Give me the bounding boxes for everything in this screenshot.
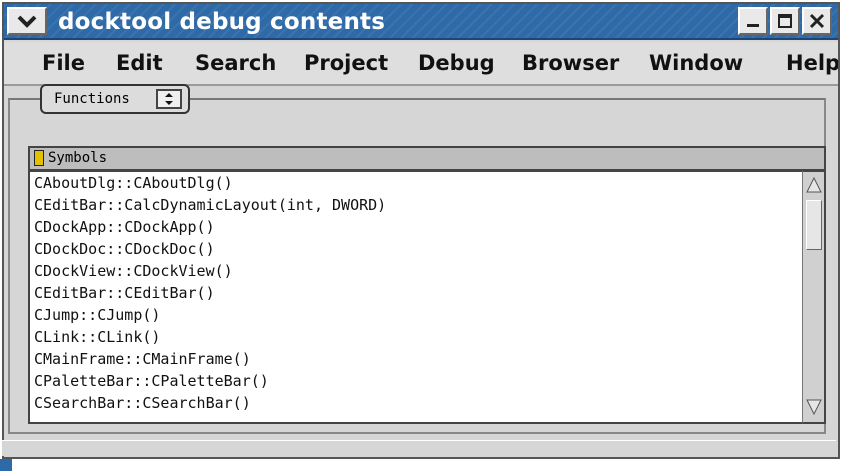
scroll-thumb[interactable] xyxy=(806,200,822,250)
scroll-up-arrow-icon[interactable] xyxy=(806,176,822,194)
maximize-button[interactable] xyxy=(770,7,800,35)
menu-edit[interactable]: Edit xyxy=(116,48,163,78)
maximize-icon xyxy=(778,14,792,28)
list-item[interactable]: CDockView::CDockView() xyxy=(30,260,802,282)
list-item[interactable]: CAboutDlg::CAboutDlg() xyxy=(30,172,802,194)
resize-corner xyxy=(820,459,844,471)
list-item[interactable]: CSearchBar::CSearchBar() xyxy=(30,392,802,414)
menu-debug[interactable]: Debug xyxy=(418,48,495,78)
scroll-down-arrow-icon[interactable] xyxy=(806,398,822,416)
symbols-header-label: Symbols xyxy=(48,150,108,166)
symbols-list[interactable]: CAboutDlg::CAboutDlg() CEditBar::CalcDyn… xyxy=(28,170,802,424)
list-item[interactable]: CPaletteBar::CPaletteBar() xyxy=(30,370,802,392)
list-item[interactable]: CMainFrame::CMainFrame() xyxy=(30,348,802,370)
menu-file[interactable]: File xyxy=(42,48,85,78)
list-item[interactable]: CLink::CLink() xyxy=(30,326,802,348)
symbols-column-header[interactable]: Symbols xyxy=(28,146,826,170)
window-corner xyxy=(0,459,12,471)
vertical-scrollbar[interactable] xyxy=(802,170,826,424)
up-down-arrows-icon xyxy=(156,89,182,109)
minimize-button[interactable] xyxy=(738,7,768,35)
menu-window[interactable]: Window xyxy=(649,48,743,78)
menu-project[interactable]: Project xyxy=(304,48,388,78)
window-title: docktool debug contents xyxy=(58,9,386,35)
list-item[interactable]: CJump::CJump() xyxy=(30,304,802,326)
status-bar xyxy=(2,440,836,456)
close-icon xyxy=(809,13,825,29)
menu-bar: File Edit Search Project Debug Browser W… xyxy=(4,42,838,86)
menu-search[interactable]: Search xyxy=(195,48,276,78)
symbol-type-value: Functions xyxy=(54,91,130,107)
list-item[interactable]: CDockApp::CDockApp() xyxy=(30,216,802,238)
symbol-type-select[interactable]: Functions xyxy=(40,84,190,114)
menu-help[interactable]: Help xyxy=(786,48,838,78)
window-menu-button[interactable] xyxy=(7,7,47,35)
list-item[interactable]: CEditBar::CalcDynamicLayout(int, DWORD) xyxy=(30,194,802,216)
sort-indicator-icon xyxy=(34,150,44,166)
menu-browser[interactable]: Browser xyxy=(522,48,619,78)
title-bar[interactable]: docktool debug contents xyxy=(4,4,838,40)
list-item[interactable]: CEditBar::CEditBar() xyxy=(30,282,802,304)
list-item[interactable]: CDockDoc::CDockDoc() xyxy=(30,238,802,260)
close-button[interactable] xyxy=(802,7,832,35)
minimize-icon xyxy=(747,24,759,27)
chevron-down-icon xyxy=(17,15,37,28)
